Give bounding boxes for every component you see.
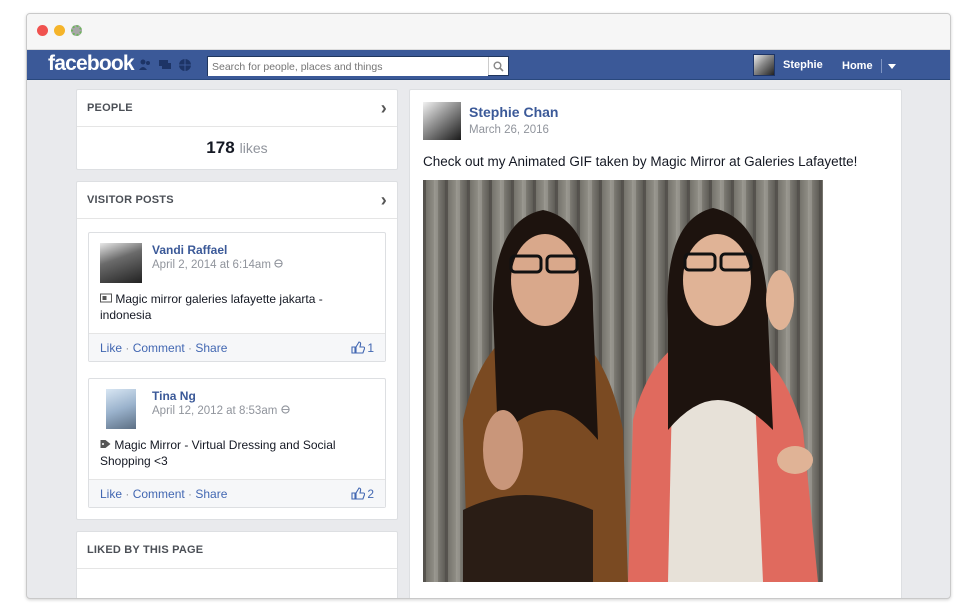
chevron-right-icon[interactable]: › bbox=[381, 191, 387, 209]
globe-icon[interactable] bbox=[178, 58, 192, 72]
post-text: Check out my Animated GIF taken by Magic… bbox=[423, 154, 858, 169]
visitor-posts-box: VISITOR POSTS › Vandi Raffael April 2, 2… bbox=[76, 181, 398, 520]
likes-label: likes bbox=[239, 140, 268, 156]
tag-icon bbox=[100, 438, 114, 452]
thumbs-up-icon bbox=[351, 341, 366, 354]
facebook-logo[interactable]: facebook bbox=[48, 52, 135, 76]
visitor-posts-title: VISITOR POSTS bbox=[87, 194, 174, 206]
minimize-window-button[interactable] bbox=[54, 25, 65, 36]
feed-post: Stephie Chan March 26, 2016 Check out my… bbox=[409, 89, 902, 598]
home-link[interactable]: Home bbox=[842, 59, 896, 73]
search-input[interactable] bbox=[208, 58, 488, 76]
like-link[interactable]: Like bbox=[100, 487, 122, 501]
likes-count: 178 bbox=[206, 138, 235, 157]
close-window-button[interactable] bbox=[37, 25, 48, 36]
post-date[interactable]: March 26, 2016 bbox=[469, 124, 558, 136]
zoom-window-button[interactable] bbox=[71, 25, 82, 36]
post-text: Magic mirror galeries lafayette jakarta … bbox=[100, 292, 323, 322]
share-link[interactable]: Share bbox=[195, 487, 227, 501]
like-count[interactable]: 1 bbox=[351, 341, 374, 355]
friends-icon[interactable] bbox=[138, 58, 152, 72]
post-actions: Like · Comment · Share 1 bbox=[89, 333, 385, 361]
left-column: PEOPLE › 178 likes VISITOR POSTS › Vandi… bbox=[76, 89, 398, 598]
people-title: PEOPLE bbox=[87, 102, 133, 114]
post-author[interactable]: Tina Ng bbox=[152, 389, 290, 403]
avatar[interactable] bbox=[106, 389, 136, 429]
post-timestamp[interactable]: April 12, 2012 at 8:53am bbox=[152, 405, 277, 417]
visitor-post: Tina Ng April 12, 2012 at 8:53am Magic M… bbox=[88, 378, 386, 508]
divider bbox=[880, 59, 882, 73]
profile-link[interactable]: Stephie bbox=[753, 54, 823, 76]
avatar[interactable] bbox=[100, 243, 142, 283]
post-photo[interactable] bbox=[423, 180, 823, 582]
visitor-posts-header[interactable]: VISITOR POSTS › bbox=[77, 182, 397, 219]
liked-by-title: LIKED BY THIS PAGE bbox=[87, 544, 204, 556]
thumbs-up-icon bbox=[351, 487, 366, 500]
likes-summary: 178 likes bbox=[77, 127, 397, 169]
post-timestamp[interactable]: April 2, 2014 at 6:14am bbox=[152, 259, 271, 271]
privacy-icon bbox=[274, 259, 283, 271]
comment-link[interactable]: Comment bbox=[133, 341, 185, 355]
people-header[interactable]: PEOPLE › bbox=[77, 90, 397, 127]
chevron-down-icon[interactable] bbox=[887, 63, 896, 69]
notification-jewels bbox=[138, 58, 192, 72]
share-link[interactable]: Share bbox=[195, 341, 227, 355]
profile-name: Stephie bbox=[783, 59, 823, 71]
post-actions: Like · Comment · Share 2 bbox=[89, 479, 385, 507]
photo-icon bbox=[100, 292, 115, 306]
avatar[interactable] bbox=[423, 102, 461, 140]
post-text: Magic Mirror - Virtual Dressing and Soci… bbox=[100, 438, 336, 468]
liked-by-box: LIKED BY THIS PAGE bbox=[76, 531, 398, 598]
home-label: Home bbox=[842, 60, 873, 72]
post-date: April 2, 2014 at 6:14am bbox=[152, 259, 283, 271]
search-box bbox=[207, 56, 509, 76]
search-button[interactable] bbox=[488, 57, 508, 75]
like-link[interactable]: Like bbox=[100, 341, 122, 355]
post-author[interactable]: Vandi Raffael bbox=[152, 243, 283, 257]
liked-by-header[interactable]: LIKED BY THIS PAGE bbox=[77, 532, 397, 569]
comment-link[interactable]: Comment bbox=[133, 487, 185, 501]
visitor-post: Vandi Raffael April 2, 2014 at 6:14am Ma… bbox=[88, 232, 386, 362]
people-box: PEOPLE › 178 likes bbox=[76, 89, 398, 170]
like-count[interactable]: 2 bbox=[351, 487, 374, 501]
chevron-right-icon[interactable]: › bbox=[381, 99, 387, 117]
browser-window: facebook Stephie Home bbox=[26, 13, 951, 599]
browser-titlebar bbox=[27, 14, 950, 50]
privacy-icon bbox=[280, 405, 290, 417]
facebook-top-bar: facebook Stephie Home bbox=[27, 50, 950, 80]
post-author[interactable]: Stephie Chan bbox=[469, 104, 558, 120]
messages-icon[interactable] bbox=[158, 58, 172, 72]
search-icon bbox=[493, 61, 504, 72]
photo-image bbox=[423, 180, 823, 582]
avatar bbox=[753, 54, 775, 76]
post-date: April 12, 2012 at 8:53am bbox=[152, 405, 290, 417]
